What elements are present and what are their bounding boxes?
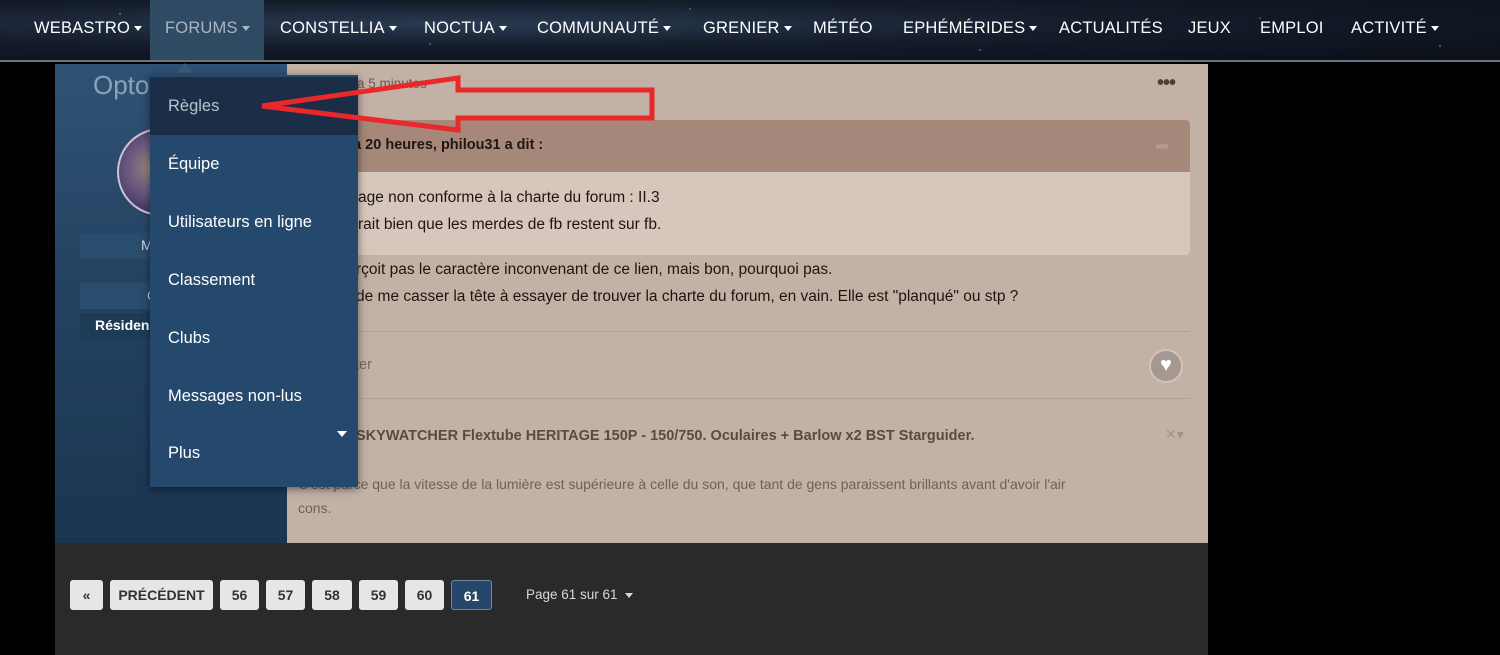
annotation-arrow	[261, 75, 655, 133]
